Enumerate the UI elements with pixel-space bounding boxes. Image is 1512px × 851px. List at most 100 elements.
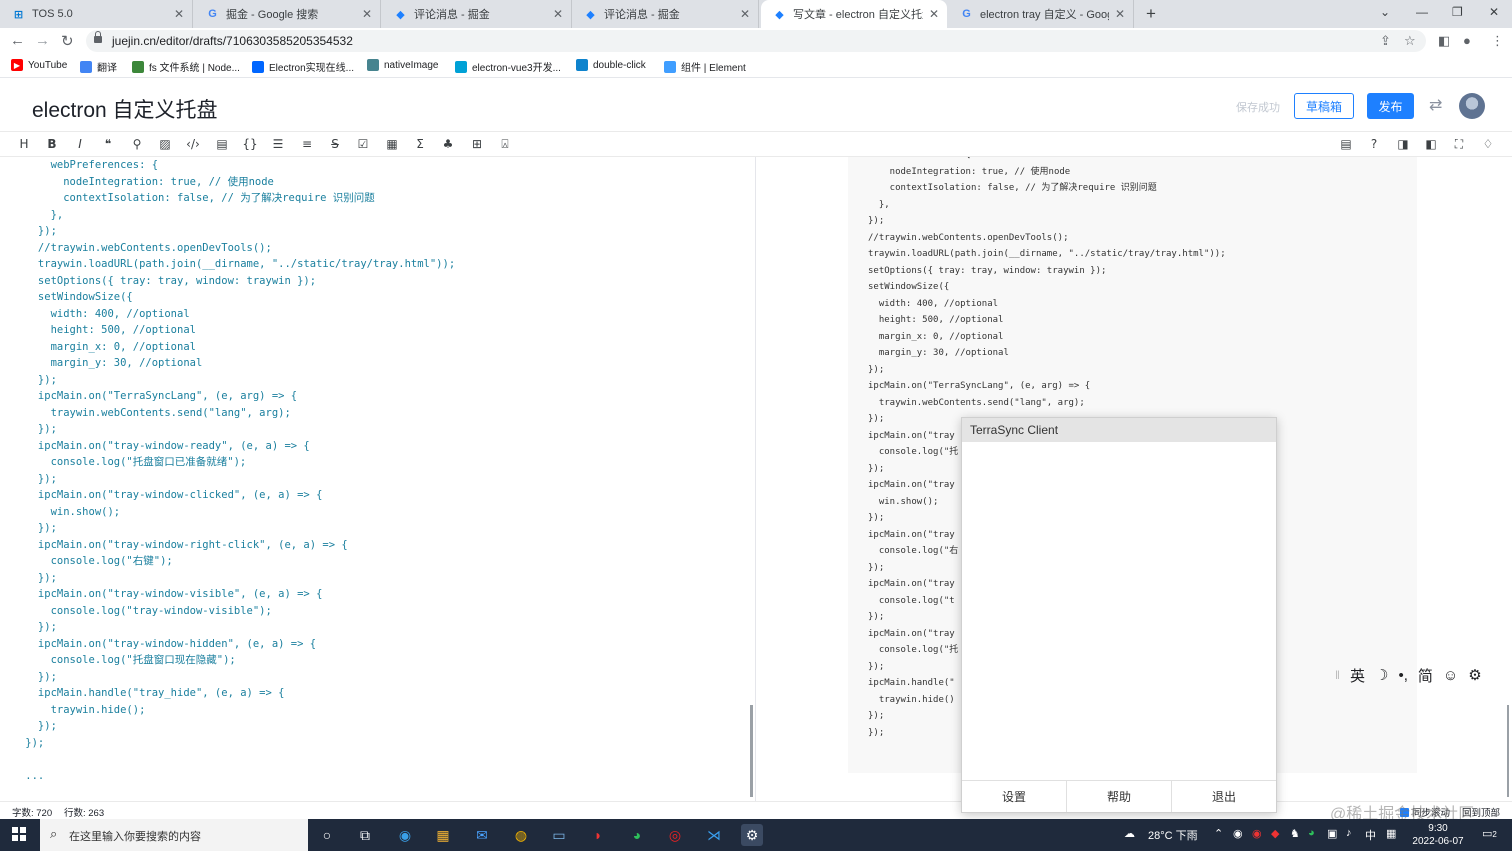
italic-icon[interactable]: I — [72, 136, 88, 152]
braces-icon[interactable]: {} — [242, 136, 258, 152]
table-icon[interactable]: ▦ — [384, 136, 400, 152]
notification-icon[interactable]: ▭2 — [1482, 827, 1497, 840]
close-tab-icon[interactable]: ✕ — [740, 7, 750, 21]
close-window-button[interactable]: ✕ — [1489, 5, 1499, 19]
bookmark-item[interactable]: electron-vue3开发... — [455, 59, 561, 74]
punctuation-icon[interactable]: •, — [1398, 667, 1407, 684]
close-tab-icon[interactable]: ✕ — [362, 7, 372, 21]
switch-editor-icon[interactable]: ⇄ — [1429, 95, 1442, 115]
bookmark-star-icon[interactable]: ☆ — [1404, 33, 1416, 49]
browser-tab[interactable]: ◆ 写文章 - electron 自定义托盘 - 稀 ✕ — [761, 0, 947, 28]
ime-indicator[interactable]: 中 — [1365, 827, 1376, 843]
network-icon[interactable]: ▣ — [1327, 827, 1337, 840]
taskbar-clock[interactable]: 9:30 2022-06-07 — [1410, 822, 1466, 848]
url-text[interactable]: juejin.cn/editor/drafts/7106303585205354… — [112, 34, 353, 48]
close-tab-icon[interactable]: ✕ — [929, 7, 939, 21]
profile-icon[interactable]: ● — [1463, 33, 1471, 48]
browser-tab[interactable]: ⊞ TOS 5.0 ✕ — [0, 0, 193, 28]
tray-overflow-icon[interactable]: ⌃ — [1214, 827, 1223, 840]
image-icon[interactable]: ▨ — [157, 136, 173, 152]
outline-icon[interactable]: ▤ — [1338, 136, 1354, 152]
remote-desktop-icon[interactable]: ▭ — [548, 824, 570, 846]
formula-icon[interactable]: Σ — [412, 136, 428, 152]
bookmark-item[interactable]: double-click — [576, 59, 646, 71]
windows-start-icon[interactable] — [12, 827, 26, 841]
diagram-icon[interactable]: ♣ — [440, 136, 456, 152]
forward-button[interactable]: → — [35, 32, 50, 49]
code-block-icon[interactable]: ▤ — [214, 136, 230, 152]
share-icon[interactable]: ⇪ — [1380, 33, 1391, 49]
preview-scrollbar[interactable] — [1507, 705, 1509, 797]
new-tab-button[interactable]: + — [1146, 4, 1156, 24]
settings-button[interactable]: 设置 — [962, 781, 1067, 812]
bookmark-item[interactable]: fs 文件系统 | Node... — [132, 59, 240, 74]
quit-button[interactable]: 退出 — [1172, 781, 1276, 812]
close-tab-icon[interactable]: ✕ — [553, 7, 563, 21]
ordered-list-icon[interactable]: ≡ — [299, 136, 315, 152]
strikethrough-icon[interactable]: S — [327, 136, 343, 152]
quote-icon[interactable]: ❝ — [100, 136, 116, 152]
bookmark-item[interactable]: nativeImage — [367, 59, 438, 71]
preview-only-icon[interactable]: ◨ — [1395, 136, 1411, 152]
close-tab-icon[interactable]: ✕ — [1115, 7, 1125, 21]
user-avatar[interactable] — [1459, 93, 1485, 119]
lock-toolbar-icon[interactable]: ⍓ — [497, 136, 513, 152]
cortana-icon[interactable]: ○ — [316, 824, 338, 846]
weather-icon[interactable]: ☁ — [1124, 827, 1135, 840]
omnibox[interactable]: juejin.cn/editor/drafts/7106303585205354… — [86, 30, 1426, 52]
vscode-icon[interactable]: ⋊ — [703, 824, 725, 846]
browser-tab[interactable]: ◆ 评论消息 - 掘金 ✕ — [572, 0, 759, 28]
emoji-icon[interactable]: ☺ — [1443, 667, 1458, 684]
wechat-icon[interactable]: ◕ — [626, 824, 648, 846]
volume-icon[interactable]: ♪ — [1346, 827, 1352, 839]
taskbar-search-box[interactable]: ⌕ 在这里输入你要搜索的内容 — [40, 819, 308, 851]
task-list-icon[interactable]: ☑ — [355, 136, 371, 152]
weather-text[interactable]: 28°C 下雨 — [1148, 827, 1198, 843]
store-icon[interactable]: ▦ — [432, 824, 454, 846]
browser-tab[interactable]: Gelectron tray 自定义 - Google 搜索 ✕ — [948, 0, 1134, 28]
keyboard-icon[interactable]: ▦ — [1386, 827, 1396, 840]
taskbar-search-placeholder[interactable]: 在这里输入你要搜索的内容 — [69, 828, 201, 844]
restore-button[interactable]: ❐ — [1452, 5, 1463, 19]
edit-only-icon[interactable]: ◧ — [1423, 136, 1439, 152]
bold-icon[interactable]: B — [44, 136, 60, 152]
moon-icon[interactable]: ☽ — [1375, 666, 1388, 684]
bookmark-item[interactable]: 翻译 — [80, 59, 117, 74]
close-tab-icon[interactable]: ✕ — [174, 7, 184, 21]
browser-tab[interactable]: ◆ 评论消息 - 掘金 ✕ — [382, 0, 572, 28]
side-panel-icon[interactable]: ◧ — [1438, 33, 1450, 49]
markdown-editor[interactable]: webPreferences: { nodeIntegration: true,… — [0, 157, 756, 801]
fullscreen-icon[interactable]: ⛶ — [1451, 136, 1467, 152]
draft-box-button[interactable]: 草稿箱 — [1294, 93, 1354, 119]
publish-button[interactable]: 发布 — [1367, 93, 1414, 119]
ime-language-toggle[interactable]: 英 — [1350, 665, 1365, 686]
back-button[interactable]: ← — [10, 32, 25, 49]
minimize-button[interactable]: — — [1416, 5, 1428, 19]
tray-misc-icon[interactable]: ♞ — [1290, 827, 1300, 840]
unordered-list-icon[interactable]: ☰ — [270, 136, 286, 152]
menu-kebab-icon[interactable]: ⋮ — [1491, 33, 1504, 49]
electron-app-icon[interactable]: ⚙ — [741, 824, 763, 846]
ime-drag-handle[interactable]: ‖ — [1335, 668, 1340, 682]
ime-mode-toggle[interactable]: 简 — [1418, 665, 1433, 686]
article-title-input[interactable]: electron 自定义托盘 — [32, 94, 218, 124]
ime-settings-icon[interactable]: ⚙ — [1468, 666, 1481, 684]
link-icon[interactable]: ⚲ — [129, 136, 145, 152]
netease-music-icon[interactable]: ◎ — [664, 824, 686, 846]
inline-code-icon[interactable]: ‹/› — [185, 136, 201, 152]
mail-icon[interactable]: ✉ — [471, 824, 493, 846]
tray-music-icon[interactable]: ◉ — [1252, 827, 1262, 840]
tab-search-chevron-icon[interactable]: ⌄ — [1380, 5, 1390, 19]
chrome-icon[interactable]: ◍ — [510, 824, 532, 846]
help-icon[interactable]: ? — [1366, 136, 1382, 152]
task-view-icon[interactable]: ⧉ — [354, 824, 376, 846]
bookmark-item[interactable]: 组件 | Element — [664, 59, 746, 74]
help-button[interactable]: 帮助 — [1067, 781, 1172, 812]
heading-icon[interactable]: H — [16, 136, 32, 152]
tray-security-icon[interactable]: ◆ — [1271, 827, 1279, 840]
bookmark-item[interactable]: ▶ YouTube — [11, 59, 67, 71]
wps-icon[interactable]: ◗ — [587, 824, 609, 846]
tray-app-icon[interactable]: ◉ — [1233, 827, 1243, 840]
bookmark-item[interactable]: Electron实现在线... — [252, 59, 354, 74]
edge-icon[interactable]: ◉ — [394, 824, 416, 846]
